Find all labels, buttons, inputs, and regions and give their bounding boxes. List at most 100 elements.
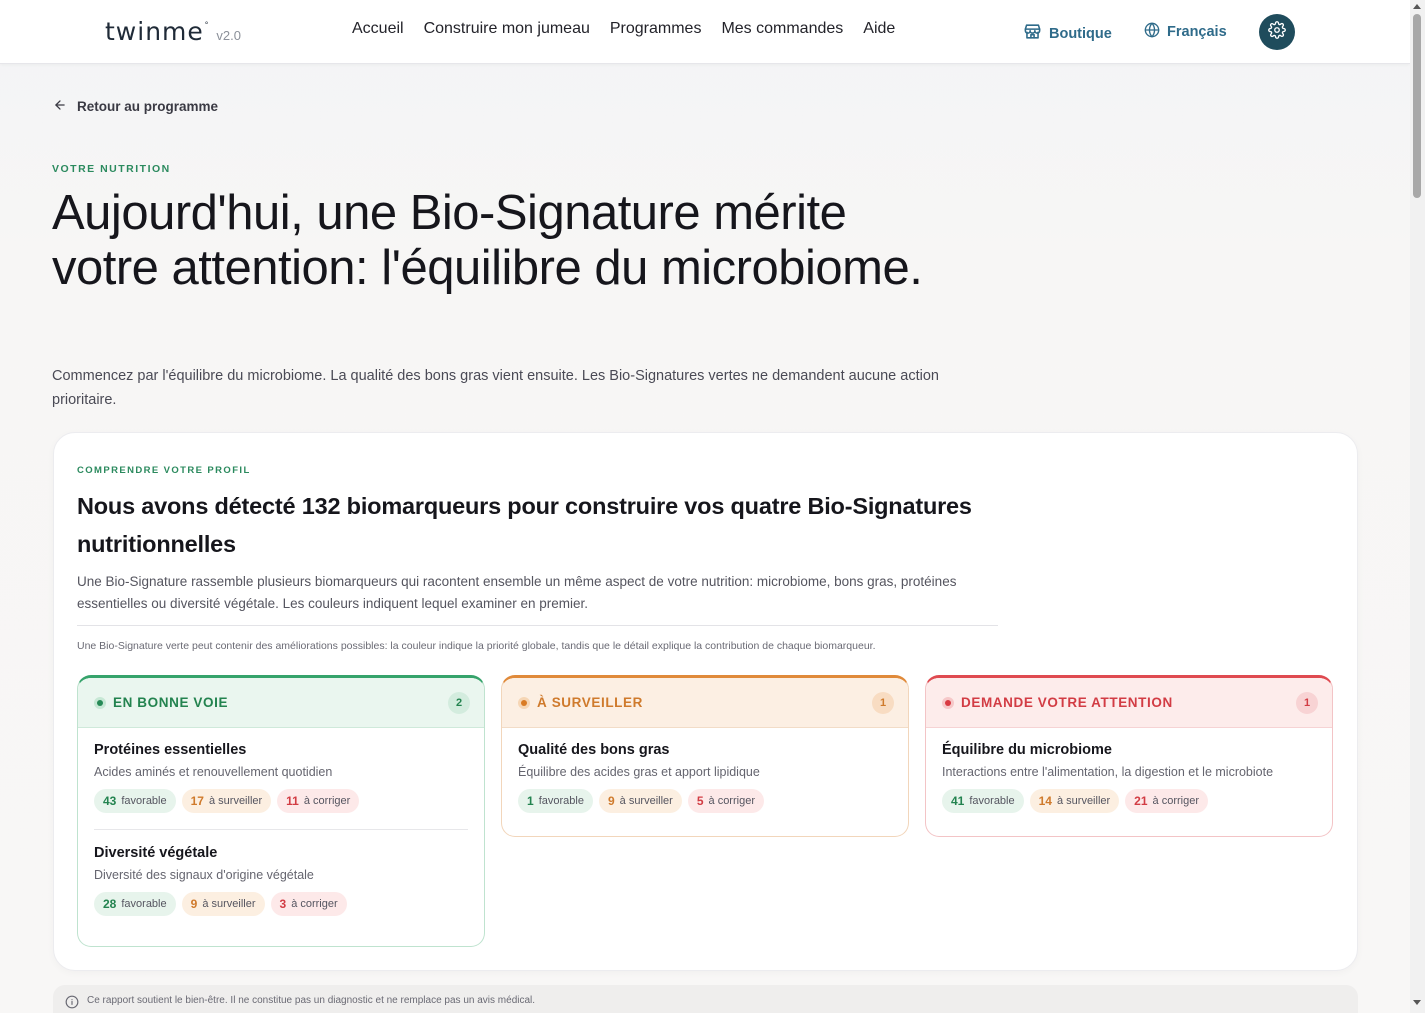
corriger-label: à corriger: [1152, 795, 1199, 807]
globe-icon: [1144, 22, 1160, 42]
column-count-badge: 1: [1296, 691, 1318, 714]
version-label: v2.0: [216, 28, 241, 43]
bio-signature-item[interactable]: Équilibre du microbiome Interactions ent…: [926, 742, 1332, 813]
chip-surveiller[interactable]: 17 à surveiller: [181, 789, 272, 813]
page-subtitle: Commencez par l'équilibre du microbiome.…: [52, 368, 939, 408]
biomarker-chips: 1 favorable 9 à surveiller 5 à corriger: [518, 789, 892, 813]
signature-description: Acides aminés et renouvellement quotidie…: [94, 765, 333, 779]
back-link-label: Retour au programme: [77, 99, 219, 114]
nav-accueil[interactable]: Accueil: [352, 20, 404, 38]
surveiller-label: à surveiller: [1056, 795, 1111, 807]
section-eyebrow: VOTRE NUTRITION: [52, 163, 171, 175]
column-on-track: EN BONNE VOIE 2 Protéines essentielles A…: [77, 675, 485, 947]
settings-button[interactable]: [1259, 14, 1295, 50]
signature-name: Protéines essentielles: [94, 742, 247, 758]
logo-mark: °: [204, 20, 209, 30]
signature-description: Équilibre des acides gras et apport lipi…: [518, 765, 760, 779]
column-label: À SURVEILLER: [537, 695, 643, 710]
scrollbar-thumb[interactable]: [1413, 14, 1421, 198]
biomarker-chips: 43 favorable 17 à surveiller 11 à corriger: [94, 789, 468, 813]
divider: [77, 625, 998, 626]
disclaimer-text: Ce rapport soutient le bien-être. Il ne …: [87, 995, 536, 1006]
column-needs-attention: DEMANDE VOTRE ATTENTION 1 Équilibre du m…: [925, 675, 1333, 837]
back-to-program-link[interactable]: Retour au programme: [53, 98, 218, 115]
signature-description: Diversité des signaux d'origine végétale: [94, 868, 314, 882]
signature-name: Qualité des bons gras: [518, 742, 670, 758]
nav-programmes[interactable]: Programmes: [610, 20, 702, 38]
surveiller-count: 14: [1038, 794, 1052, 808]
chip-corriger[interactable]: 11 à corriger: [277, 789, 360, 813]
column-to-monitor: À SURVEILLER 1 Qualité des bons gras Équ…: [501, 675, 909, 837]
status-dot-icon: [94, 696, 106, 709]
nav-aide[interactable]: Aide: [863, 20, 895, 38]
bio-signature-item[interactable]: Qualité des bons gras Équilibre des acid…: [502, 742, 908, 813]
scroll-up-arrow-icon[interactable]: [1413, 4, 1421, 9]
chip-favorable[interactable]: 43 favorable: [94, 789, 176, 813]
signature-name: Équilibre du microbiome: [942, 742, 1112, 758]
signature-description: Interactions entre l'alimentation, la di…: [942, 765, 1274, 779]
language-label: Français: [1167, 24, 1227, 40]
chip-corriger[interactable]: 5 à corriger: [687, 789, 764, 813]
nav-construire-mon-jumeau[interactable]: Construire mon jumeau: [424, 20, 590, 38]
arrow-left-icon: [53, 98, 67, 115]
biomarker-chips: 41 favorable 14 à surveiller 21 à corriger: [942, 789, 1316, 813]
logo-wordmark: twinme: [105, 17, 204, 46]
store-icon: [1023, 22, 1042, 45]
favorable-label: favorable: [969, 795, 1015, 807]
profile-eyebrow: COMPRENDRE VOTRE PROFIL: [77, 465, 251, 476]
profile-title: Nous avons détecté 132 biomarqueurs pour…: [77, 493, 972, 557]
column-label: DEMANDE VOTRE ATTENTION: [961, 695, 1173, 710]
corriger-count: 5: [696, 794, 704, 808]
corriger-label: à corriger: [708, 795, 755, 807]
shop-label: Boutique: [1049, 25, 1112, 42]
item-divider: [94, 829, 468, 830]
chip-surveiller[interactable]: 9 à surveiller: [181, 892, 265, 916]
surveiller-label: à surveiller: [202, 898, 256, 910]
biomarker-chips: 28 favorable 9 à surveiller 3 à corriger: [94, 892, 468, 916]
favorable-count: 43: [103, 794, 117, 808]
chip-favorable[interactable]: 1 favorable: [518, 789, 593, 813]
corriger-count: 11: [286, 794, 299, 808]
favorable-count: 28: [103, 897, 117, 911]
column-header: DEMANDE VOTRE ATTENTION 1: [926, 678, 1332, 728]
shop-link[interactable]: Boutique: [1023, 22, 1112, 45]
status-dot-icon: [942, 696, 954, 709]
chip-corriger[interactable]: 21 à corriger: [1125, 789, 1208, 813]
profile-description: Une Bio-Signature rassemble plusieurs bi…: [77, 574, 957, 611]
page-title: Aujourd'hui, une Bio-Signature mérite vo…: [52, 186, 923, 295]
corriger-label: à corriger: [303, 795, 351, 807]
favorable-label: favorable: [538, 795, 584, 807]
twinme-logo[interactable]: twinme ° v2.0: [105, 17, 241, 46]
chip-favorable[interactable]: 28 favorable: [94, 892, 176, 916]
favorable-count: 41: [951, 794, 965, 808]
status-dot-icon: [518, 696, 530, 709]
column-header: À SURVEILLER 1: [502, 678, 908, 728]
column-header: EN BONNE VOIE 2: [78, 678, 484, 728]
chip-surveiller[interactable]: 14 à surveiller: [1029, 789, 1120, 813]
corriger-label: à corriger: [291, 898, 338, 910]
bio-signature-item[interactable]: Protéines essentielles Acides aminés et …: [78, 742, 484, 813]
column-count-badge: 1: [872, 691, 894, 714]
nav-mes-commandes[interactable]: Mes commandes: [721, 20, 843, 38]
gear-icon: [1268, 20, 1286, 44]
chip-favorable[interactable]: 41 favorable: [942, 789, 1024, 813]
favorable-count: 1: [527, 794, 534, 808]
info-icon: [65, 995, 79, 1012]
column-count-badge: 2: [448, 691, 470, 714]
top-navigation-bar: twinme ° v2.0 Accueil Construire mon jum…: [0, 0, 1410, 64]
chip-corriger[interactable]: 3 à corriger: [270, 892, 347, 916]
medical-disclaimer: Ce rapport soutient le bien-être. Il ne …: [53, 985, 1358, 1013]
surveiller-label: à surveiller: [208, 795, 263, 807]
chip-surveiller[interactable]: 9 à surveiller: [598, 789, 682, 813]
surveiller-count: 9: [190, 897, 198, 911]
profile-note: Une Bio-Signature verte peut contenir de…: [77, 640, 876, 652]
favorable-label: favorable: [121, 795, 167, 807]
main-nav: Accueil Construire mon jumeau Programmes…: [352, 20, 895, 38]
language-selector[interactable]: Français: [1144, 22, 1227, 42]
corriger-count: 21: [1134, 794, 1148, 808]
bio-signature-item[interactable]: Diversité végétale Diversité des signaux…: [78, 845, 484, 916]
profile-card: COMPRENDRE VOTRE PROFIL Nous avons détec…: [53, 432, 1358, 971]
favorable-label: favorable: [121, 898, 167, 910]
corriger-count: 3: [279, 897, 287, 911]
scroll-down-arrow-icon[interactable]: [1413, 1000, 1421, 1005]
